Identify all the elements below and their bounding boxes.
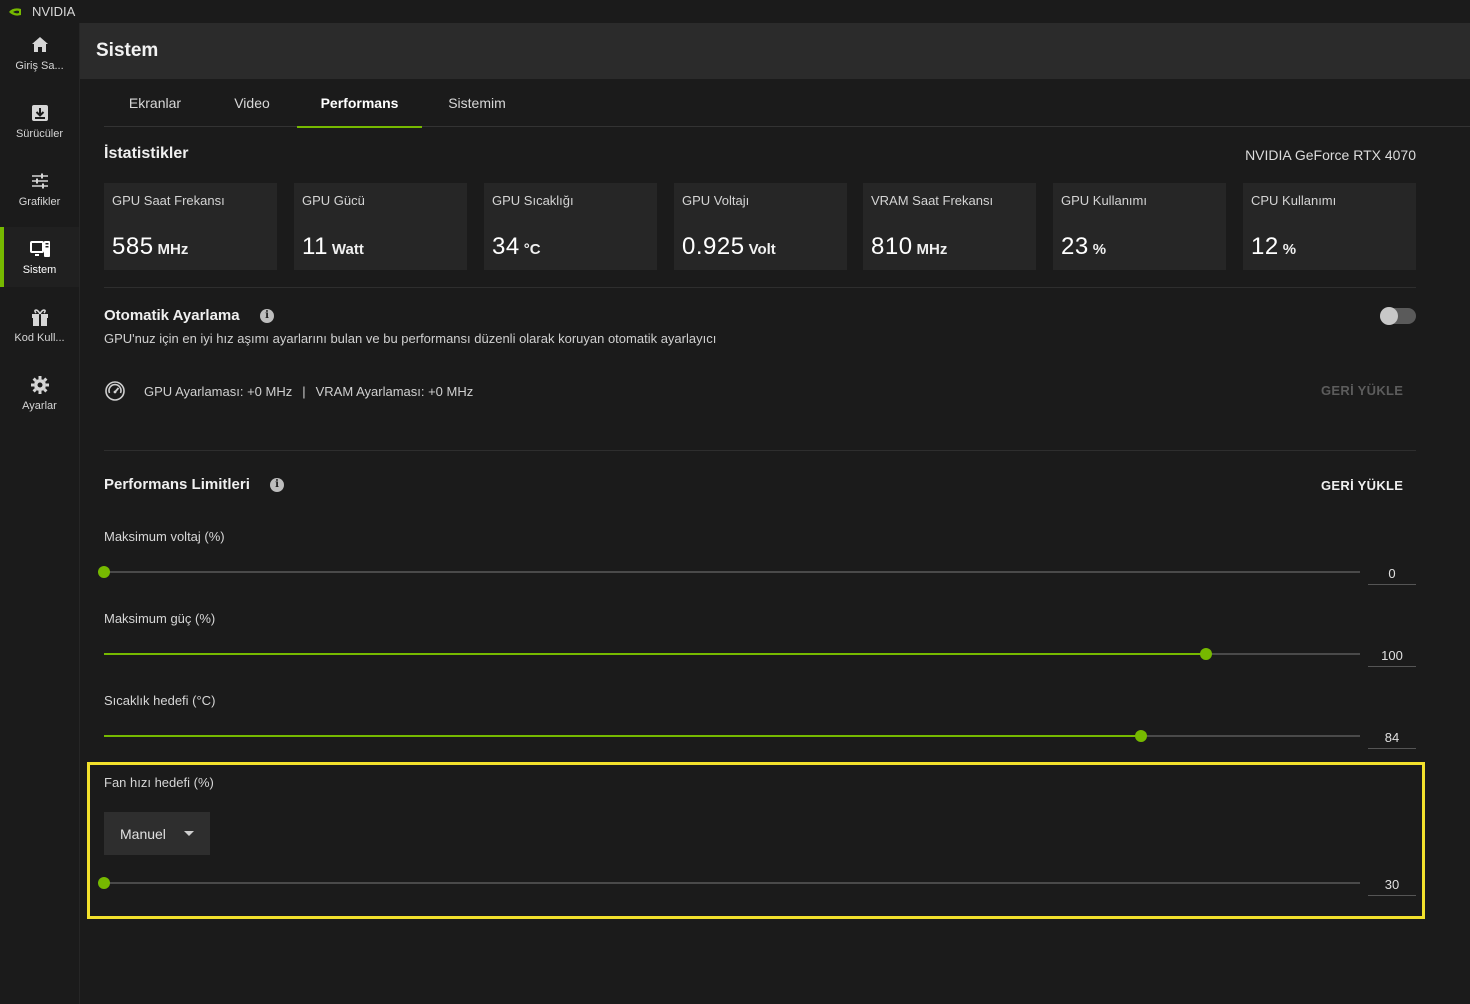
stat-unit: MHz: [916, 241, 948, 258]
gift-icon: [31, 309, 48, 326]
info-icon[interactable]: i: [270, 478, 284, 492]
info-icon[interactable]: i: [260, 309, 274, 323]
max-voltage-label: Maksimum voltaj (%): [104, 529, 225, 544]
stat-label: GPU Kullanımı: [1061, 193, 1147, 208]
fan-mode-dropdown[interactable]: Manuel: [104, 812, 210, 855]
separator: |: [302, 383, 306, 399]
highlight-box: [87, 762, 1425, 919]
fan-speed-value[interactable]: 30: [1368, 872, 1416, 896]
stat-unit: °C: [523, 241, 541, 258]
max-power-slider[interactable]: [104, 648, 1360, 660]
stat-label: VRAM Saat Frekansı: [871, 193, 994, 208]
divider: [104, 450, 1416, 451]
sidebar-item-home[interactable]: Giriş Sa...: [0, 23, 79, 83]
stat-card-gpu-clock: GPU Saat Frekansı 585 MHz: [104, 183, 277, 270]
stat-card-gpu-voltage: GPU Voltajı 0.925 Volt: [674, 183, 847, 270]
stats-heading: İstatistikler: [104, 145, 189, 162]
sidebar-item-label: Ayarlar: [22, 400, 57, 412]
stat-value: 34: [492, 233, 520, 260]
slider-fill: [104, 735, 1142, 737]
stat-value: 0.925: [682, 233, 745, 260]
auto-tune-reset-button[interactable]: GERİ YÜKLE: [1321, 383, 1403, 398]
limits-reset-button[interactable]: GERİ YÜKLE: [1321, 478, 1403, 493]
tab-bar: Ekranlar Video Performans Sistemim: [104, 80, 1470, 128]
sidebar-item-label: Kod Kull...: [14, 332, 65, 344]
slider-thumb[interactable]: [1199, 648, 1212, 660]
sidebar-item-label: Sürücüler: [15, 128, 64, 140]
title-bar: NVIDIA: [0, 0, 1470, 23]
sidebar-item-system[interactable]: Sistem: [0, 227, 79, 287]
fan-mode-value: Manuel: [120, 825, 166, 842]
max-power-label: Maksimum güç (%): [104, 611, 216, 626]
sidebar-item-label: Giriş Sa...: [15, 60, 64, 72]
nvidia-logo-icon: [9, 7, 21, 16]
temp-target-slider[interactable]: [104, 730, 1360, 742]
sidebar-item-label: Grafikler: [18, 196, 61, 208]
gpu-offset-text: GPU Ayarlaması: +0 MHz: [144, 383, 293, 399]
system-icon: [29, 241, 50, 257]
stat-value: 11: [302, 233, 328, 260]
stat-unit: %: [1282, 241, 1297, 258]
page-header: Sistem: [80, 23, 1470, 79]
stat-unit: %: [1092, 241, 1107, 258]
vram-offset-text: VRAM Ayarlaması: +0 MHz: [315, 383, 474, 399]
stat-unit: Volt: [748, 241, 776, 258]
download-icon: [31, 105, 48, 121]
tab-video[interactable]: Video: [206, 80, 298, 127]
slider-fill: [104, 653, 1206, 655]
caret-down-icon: [184, 831, 194, 836]
slider-thumb[interactable]: [1135, 730, 1148, 742]
gpu-name: NVIDIA GeForce RTX 4070: [1245, 147, 1416, 163]
fan-speed-label: Fan hızı hedefi (%): [104, 775, 214, 790]
max-power-value[interactable]: 100: [1368, 643, 1416, 667]
stat-card-gpu-temp: GPU Sıcaklığı 34 °C: [484, 183, 657, 270]
stat-label: GPU Saat Frekansı: [112, 193, 225, 208]
stat-value: 810: [871, 233, 913, 260]
max-voltage-slider[interactable]: [98, 566, 1360, 578]
tab-displays[interactable]: Ekranlar: [104, 80, 206, 127]
sliders-icon: [31, 173, 48, 189]
stat-label: CPU Kullanımı: [1251, 193, 1337, 208]
stat-unit: Watt: [331, 241, 364, 258]
stat-value: 12: [1251, 233, 1279, 260]
divider: [104, 287, 1416, 288]
sidebar-item-settings[interactable]: Ayarlar: [0, 363, 79, 423]
stat-value: 585: [112, 233, 154, 260]
tab-performance[interactable]: Performans: [297, 80, 422, 128]
sidebar: Giriş Sa... Sürücüler Grafikler Sistem K…: [0, 23, 80, 1004]
stat-card-gpu-power: GPU Gücü 11 Watt: [294, 183, 467, 270]
page-title: Sistem: [96, 40, 159, 61]
auto-tune-description: GPU'nuz için en iyi hız aşımı ayarlarını…: [104, 331, 717, 346]
auto-tune-toggle[interactable]: [1380, 307, 1416, 325]
sidebar-item-drivers[interactable]: Sürücüler: [0, 91, 79, 151]
stat-label: GPU Sıcaklığı: [492, 193, 574, 208]
auto-tune-title: Otomatik Ayarlama: [104, 307, 240, 324]
home-icon: [31, 37, 48, 52]
tab-my-system[interactable]: Sistemim: [422, 80, 532, 127]
slider-thumb[interactable]: [98, 566, 110, 578]
sidebar-item-redeem[interactable]: Kod Kull...: [0, 295, 79, 355]
stat-unit: MHz: [157, 241, 189, 258]
toggle-knob: [1380, 307, 1398, 325]
stat-card-vram-clock: VRAM Saat Frekansı 810 MHz: [863, 183, 1036, 270]
temp-target-value[interactable]: 84: [1368, 725, 1416, 749]
stat-value: 23: [1061, 233, 1089, 260]
gear-icon: [30, 376, 49, 394]
stat-card-cpu-usage: CPU Kullanımı 12%: [1243, 183, 1416, 270]
performance-limits-title: Performans Limitleri: [104, 476, 250, 493]
sidebar-item-label: Sistem: [22, 264, 57, 276]
max-voltage-value[interactable]: 0: [1368, 561, 1416, 585]
app-name: NVIDIA: [32, 4, 76, 19]
overclock-status-row: GPU Ayarlaması: +0 MHz | VRAM Ayarlaması…: [104, 380, 473, 402]
sidebar-item-graphics[interactable]: Grafikler: [0, 159, 79, 219]
stat-card-gpu-usage: GPU Kullanımı 23%: [1053, 183, 1226, 270]
speedometer-icon: [105, 381, 125, 401]
temp-target-label: Sıcaklık hedefi (°C): [104, 693, 216, 708]
slider-thumb[interactable]: [98, 877, 110, 889]
stat-label: GPU Voltajı: [682, 193, 750, 208]
stat-label: GPU Gücü: [302, 193, 365, 208]
fan-speed-slider[interactable]: [98, 877, 1360, 889]
